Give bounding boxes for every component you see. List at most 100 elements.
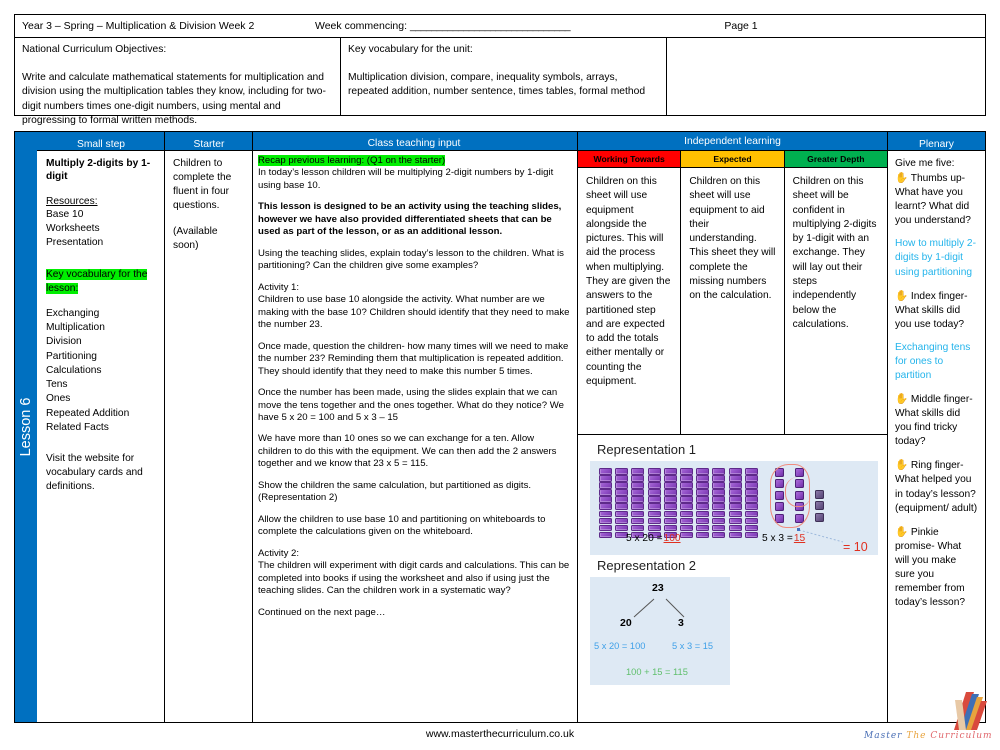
resource-item: Worksheets — [46, 223, 100, 235]
plenary-item-ring: ✋ Ring finger- What helped you in today’… — [895, 458, 978, 515]
rod-segment — [728, 503, 742, 510]
activity-2-body: The children will experiment with digit … — [258, 560, 570, 597]
plenary-answer-2: Exchanging tens for ones to partition — [895, 341, 971, 382]
lesson-plan-page: Year 3 – Spring – Multiplication & Divis… — [0, 0, 1000, 750]
starter-cell: Children to complete the fluent in four … — [165, 151, 253, 722]
rod-segment — [599, 510, 612, 518]
vocab-item: Ones — [46, 393, 71, 405]
activity-2-label: Activity 2: — [258, 547, 300, 559]
rod-segment — [599, 468, 612, 475]
vocab-item: Exchanging — [46, 307, 100, 319]
rod-segment — [615, 503, 629, 510]
rod-segment — [712, 489, 726, 496]
rod-segment — [679, 468, 693, 475]
part-whole-part-a: 20 — [620, 617, 632, 629]
rod-segment — [679, 489, 693, 496]
hand-icon: ✋ — [895, 459, 909, 472]
header-expected: Expected — [681, 151, 785, 168]
lesson-grid: Small step Starter Class teaching input … — [37, 132, 985, 722]
starter-line-2: (Available soon) — [173, 226, 218, 252]
rep2-equation-a: 5 x 20 = 100 — [594, 641, 646, 651]
rod-segment — [599, 496, 612, 503]
teaching-paragraph-2: Once made, question the children- how ma… — [258, 340, 569, 377]
teaching-paragraph-5: Show the children the same calculation, … — [258, 479, 532, 504]
hand-icon: ✋ — [895, 289, 909, 302]
teaching-paragraph-3: Once the number has been made, using the… — [258, 387, 564, 423]
rod-segment — [599, 482, 612, 489]
base-ten-tens-rods — [599, 468, 758, 539]
lesson-content-row: Multiply 2-digits by 1-digit Resources: … — [37, 151, 985, 722]
expected-body: Children on this sheet will use equipmen… — [681, 168, 785, 434]
rod-segment — [599, 475, 612, 482]
plenary-intro: Give me five: — [895, 158, 955, 169]
document-header: Year 3 – Spring – Multiplication & Divis… — [14, 14, 986, 126]
rod-segment — [599, 489, 612, 496]
rod-segment — [663, 496, 677, 503]
logo-word-master: Master — [864, 731, 903, 741]
small-step-cell: Multiply 2-digits by 1-digit Resources: … — [37, 151, 165, 722]
rod-segment — [663, 503, 677, 510]
rod-segment — [631, 524, 645, 532]
resources-block: Resources: Base 10 Worksheets Presentati… — [46, 195, 156, 251]
ones-column — [815, 490, 824, 522]
rod-segment — [631, 510, 645, 518]
differentiation-bodies: Children on this sheet will use equipmen… — [578, 168, 887, 434]
rod-segment — [744, 496, 758, 503]
header-info-row: Year 3 – Spring – Multiplication & Divis… — [14, 14, 986, 38]
hand-icon: ✋ — [895, 393, 909, 406]
header-small-step: Small step — [37, 132, 165, 151]
vocab-item: Repeated Addition — [46, 407, 130, 419]
lesson-vocab-heading: Key vocabulary for the lesson: — [46, 269, 148, 294]
rod-segment — [679, 503, 693, 510]
lesson-design-note: This lesson is designed to be an activit… — [258, 201, 562, 238]
lasso-inner-icon — [785, 477, 811, 507]
resource-item: Base 10 — [46, 209, 84, 221]
vocab-item: Division — [46, 336, 82, 348]
rod-segment — [712, 503, 726, 510]
equation-ones: 5 x 3 =15 — [762, 533, 815, 544]
rod-segment — [631, 503, 645, 510]
rod-segment — [663, 510, 677, 518]
rod-segment — [696, 489, 710, 496]
rod-segment — [631, 475, 645, 482]
lesson-vocabulary-list: Exchanging Multiplication Division Parti… — [46, 307, 156, 436]
recap-body: In today’s lesson children will be multi… — [258, 167, 554, 191]
tens-rod — [599, 468, 612, 539]
rod-segment — [679, 475, 693, 482]
rod-segment — [728, 531, 742, 539]
representation-1-title: Representation 1 — [597, 442, 697, 457]
lesson-table: Lesson 6 Small step Starter Class teachi… — [14, 131, 986, 723]
rod-segment — [647, 482, 661, 489]
rod-segment — [744, 531, 758, 539]
header-greater-depth: Greater Depth — [784, 151, 887, 168]
rod-segment — [679, 517, 693, 525]
ones-cube — [815, 501, 824, 511]
week-commencing-label: Week commencing: — [315, 20, 408, 32]
activity-1-body: Children to use base 10 alongside the ac… — [258, 294, 570, 331]
header-starter: Starter — [165, 132, 253, 151]
header-working-towards: Working Towards — [578, 151, 682, 168]
hand-icon: ✋ — [895, 172, 909, 185]
footer-website: www.masterthecurriculum.co.uk — [425, 728, 575, 740]
rod-segment — [696, 517, 710, 525]
vocab-item: Calculations — [46, 364, 102, 376]
vocab-item: Multiplication — [46, 322, 105, 334]
rod-segment — [663, 475, 677, 482]
vocab-website-note: Visit the website for vocabulary cards a… — [46, 453, 143, 493]
rod-segment — [615, 468, 629, 475]
rod-segment — [744, 475, 758, 482]
rep2-equation-total: 100 + 15 = 115 — [626, 667, 688, 677]
rod-segment — [728, 475, 742, 482]
rod-segment — [647, 489, 661, 496]
hand-icon: ✋ — [895, 525, 909, 538]
objectives-row: National Curriculum Objectives: Write an… — [14, 38, 986, 126]
lesson-vocab-heading-wrap: Key vocabulary for the lesson: — [46, 268, 156, 296]
national-curriculum-cell: National Curriculum Objectives: Write an… — [15, 38, 341, 126]
lesson-number-tab: Lesson 6 — [15, 132, 37, 722]
plenary-cell: Give me five: ✋ Thumbs up- What have you… — [888, 151, 985, 722]
rod-segment — [599, 503, 612, 510]
rod-segment — [696, 524, 710, 532]
rod-segment — [712, 517, 726, 525]
ones-cube — [815, 490, 824, 499]
unit-vocab-body: Multiplication division, compare, inequa… — [348, 71, 646, 98]
